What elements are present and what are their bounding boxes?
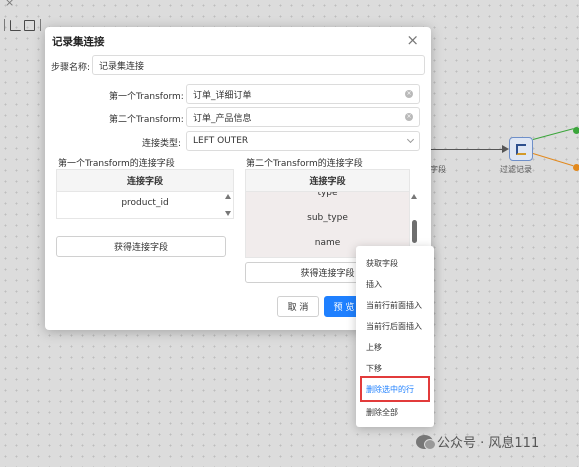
step-name-input[interactable]: 记录集连接 [92,55,425,75]
second-fields-grid: 连接字段 type sub_type name [245,169,410,258]
background-close-icon[interactable]: × [5,0,14,9]
join-type-label: 连接类型: [141,139,181,149]
menu-item-move-down[interactable]: 下移 [366,363,382,374]
table-row[interactable]: type [246,192,409,205]
menu-item-delete-all[interactable]: 删除全部 [366,407,398,418]
second-fields-title: 第二个Transform的连接字段 [246,159,363,169]
chevron-down-icon [406,135,415,144]
filter-node-label: 过滤记录 [500,165,532,174]
first-transform-label: 第一个Transform: [109,92,184,102]
first-transform-value: 订单_详细订单 [193,90,252,101]
first-transform-select[interactable]: 订单_详细订单 × [186,84,420,104]
first-fields-title: 第一个Transform的连接字段 [58,159,175,169]
scroll-up-icon[interactable] [411,194,417,199]
menu-item-move-up[interactable]: 上移 [366,342,382,353]
table-row[interactable]: sub_type [246,205,409,230]
clear-icon[interactable]: × [405,113,413,121]
menu-item-insert-after[interactable]: 当前行后面插入 [366,321,422,332]
step-name-value: 记录集连接 [99,61,145,72]
clear-icon[interactable]: × [405,90,413,98]
scrollbar-thumb[interactable] [412,220,417,243]
highlight-box [360,376,430,402]
filter-node[interactable] [509,137,533,161]
get-join-fields-button-1[interactable]: 获得连接字段 [56,236,226,257]
toolbar-separator [40,19,41,31]
close-icon[interactable]: × [406,31,419,49]
cancel-button[interactable]: 取 消 [277,296,319,317]
grid-header: 连接字段 [57,170,233,192]
second-transform-select[interactable]: 订单_产品信息 × [186,107,420,127]
join-type-value: LEFT OUTER [193,136,249,146]
true-branch-line [532,128,574,140]
watermark: 公众号 · 风息111 [416,432,539,451]
grid-icon[interactable] [24,19,35,31]
dialog-title: 记录集连接 [52,36,105,48]
second-transform-value: 订单_产品信息 [193,113,252,124]
edge-line [430,149,504,150]
edge-label: 字段 [430,165,446,174]
grid-header: 连接字段 [246,170,409,192]
filter-node-icon [516,143,526,155]
join-type-select[interactable]: LEFT OUTER [186,131,420,151]
true-branch-dot [573,127,579,134]
edge-arrow-icon [502,145,509,153]
canvas-toolbar [0,16,43,34]
scroll-up-icon[interactable] [225,194,231,199]
watermark-text: 公众号 · 风息111 [437,436,540,451]
menu-item-insert[interactable]: 插入 [366,279,382,290]
wechat-icon [416,434,436,450]
menu-item-insert-before[interactable]: 当前行前面插入 [366,300,422,311]
second-transform-label: 第二个Transform: [109,115,184,125]
first-fields-grid: 连接字段 product_id [56,169,234,219]
step-name-label: 步骤名称: [51,63,91,73]
menu-item-get-fields[interactable]: 获取字段 [366,258,398,269]
false-branch-dot [573,164,579,171]
chart-icon[interactable] [10,19,21,31]
false-branch-line [532,153,574,167]
scroll-down-icon[interactable] [225,211,231,216]
toolbar-separator [4,19,5,31]
table-row[interactable]: product_id [57,192,233,214]
